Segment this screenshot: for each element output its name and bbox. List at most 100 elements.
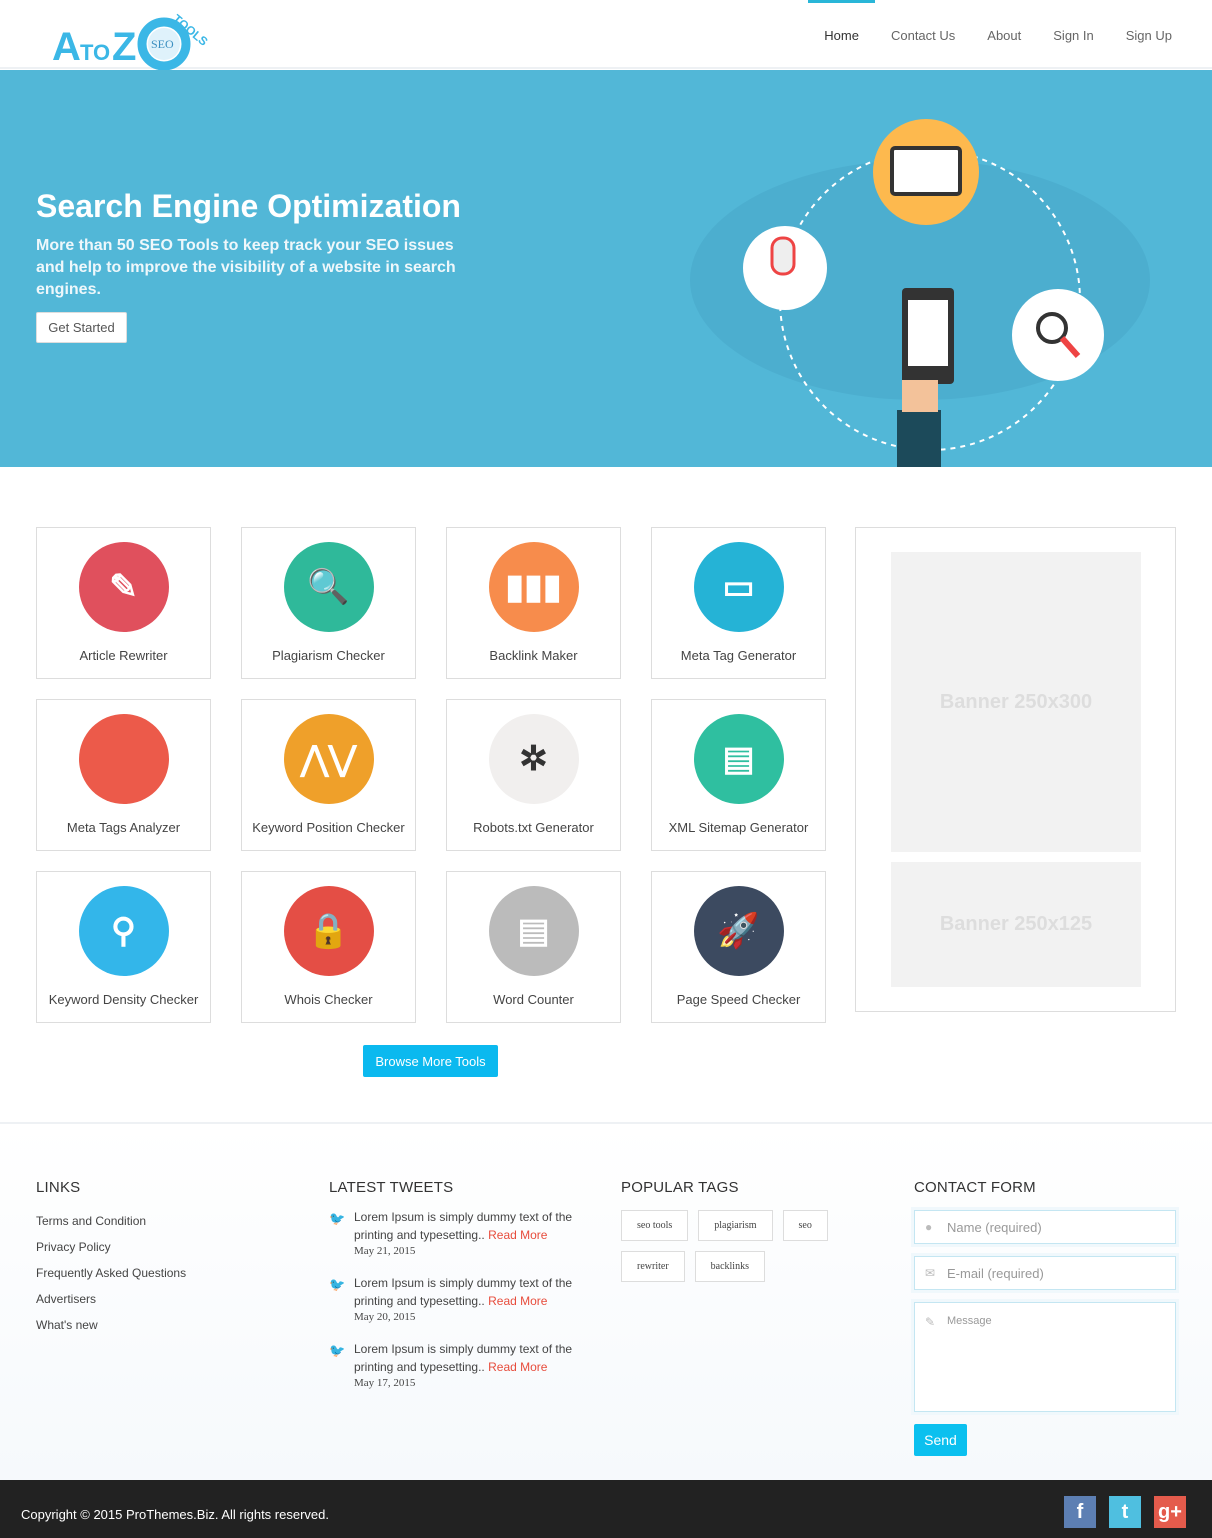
tweet-date: May 17, 2015 [354, 1377, 416, 1389]
tool-label: XML Sitemap Generator [668, 820, 809, 835]
tag[interactable]: backlinks [694, 1251, 765, 1282]
tool-card-whois-checker[interactable]: 🔒 Whois Checker [241, 871, 416, 1023]
tool-label: Meta Tags Analyzer [66, 820, 181, 835]
email-placeholder: E-mail (required) [947, 1265, 1044, 1281]
envelope-icon: ✉ [925, 1266, 936, 1280]
robots-txt-generator-icon: ✲ [488, 714, 579, 804]
tweet-date: May 20, 2015 [354, 1311, 416, 1323]
meta-tags-analyzer-icon [78, 714, 169, 804]
tool-card-plagiarism-checker[interactable]: 🔍 Plagiarism Checker [241, 527, 416, 679]
main-nav: Home Contact Us About Sign In Sign Up [808, 0, 1188, 69]
facebook-icon[interactable]: f [1064, 1496, 1096, 1528]
whois-checker-icon: 🔒 [283, 886, 374, 976]
tags-title: POPULAR TAGS [621, 1179, 739, 1196]
tool-label: Robots.txt Generator [473, 820, 594, 835]
tool-label: Whois Checker [284, 992, 373, 1007]
meta-tag-generator-icon: ▭ [693, 542, 784, 632]
nav-about[interactable]: About [971, 0, 1037, 69]
twitter-icon[interactable]: t [1109, 1496, 1141, 1528]
hero-subtitle: More than 50 SEO Tools to keep track you… [36, 237, 456, 298]
nav-sign-up[interactable]: Sign Up [1110, 0, 1188, 69]
tool-label: Meta Tag Generator [680, 648, 797, 663]
nav-sign-in[interactable]: Sign In [1037, 0, 1109, 69]
svg-text:SEO: SEO [151, 37, 174, 51]
user-icon: ● [925, 1220, 933, 1234]
tweet-item: 🐦 Lorem Ipsum is simply dummy text of the… [329, 1340, 591, 1390]
tweets-title: LATEST TWEETS [329, 1179, 454, 1196]
footer-link[interactable]: Terms and Condition [36, 1214, 298, 1228]
tool-card-keyword-position-checker[interactable]: ⋀⋁ Keyword Position Checker [241, 699, 416, 851]
tweet-item: 🐦 Lorem Ipsum is simply dummy text of the… [329, 1208, 591, 1258]
popular-tags: POPULAR TAGS seo tools plagiarism seo rewri… [621, 1179, 883, 1282]
tool-card-meta-tag-generator[interactable]: ▭ Meta Tag Generator [651, 527, 826, 679]
footer-link[interactable]: Privacy Policy [36, 1240, 298, 1254]
tag[interactable]: seo tools [621, 1210, 689, 1241]
twitter-bird-icon: 🐦 [329, 1277, 346, 1292]
pencil-icon: ✎ [925, 1315, 936, 1329]
tag[interactable]: seo [782, 1210, 828, 1241]
bottom-bar: Copyright © 2015 ProThemes.Biz. All righ… [0, 1480, 1212, 1538]
tool-label: Keyword Density Checker [48, 992, 199, 1007]
tool-card-page-speed-checker[interactable]: 🚀 Page Speed Checker [651, 871, 826, 1023]
footer-link[interactable]: What's new [36, 1318, 298, 1332]
google-plus-icon[interactable]: g+ [1154, 1496, 1186, 1528]
tool-label: Article Rewriter [79, 648, 168, 663]
hero-title: Search Engine Optimization [36, 188, 461, 224]
tag[interactable]: plagiarism [698, 1210, 773, 1241]
page-speed-checker-icon: 🚀 [693, 886, 784, 976]
header: A TO Z SEO TOOLS Home Contact Us About S… [0, 0, 1212, 71]
keyword-density-checker-icon: ⚲ [78, 886, 169, 976]
tool-card-robots-txt-generator[interactable]: ✲ Robots.txt Generator [446, 699, 621, 851]
xml-sitemap-generator-icon: ▤ [693, 714, 784, 804]
banner-250x300[interactable]: Banner 250x300 [891, 552, 1141, 852]
svg-text:TO: TO [80, 40, 110, 65]
links-title: LINKS [36, 1179, 81, 1196]
message-textarea[interactable]: ✎ Message [914, 1302, 1176, 1412]
contact-title: CONTACT FORM [914, 1179, 1036, 1196]
name-placeholder: Name (required) [947, 1219, 1042, 1235]
svg-text:Z: Z [112, 25, 136, 69]
browse-more-tools-button[interactable]: Browse More Tools [363, 1045, 498, 1077]
tools-grid: ✎ Article Rewriter 🔍 Plagiarism Checker ▮▮▮ B… [36, 527, 826, 1023]
tag[interactable]: rewriter [621, 1251, 685, 1282]
footer: LINKS Terms and Condition Privacy Policy… [0, 1122, 1212, 1480]
tool-card-xml-sitemap-generator[interactable]: ▤ XML Sitemap Generator [651, 699, 826, 851]
copyright: Copyright © 2015 ProThemes.Biz. All righ… [21, 1507, 329, 1522]
keyword-position-checker-icon: ⋀⋁ [283, 714, 374, 804]
footer-links: LINKS Terms and Condition Privacy Policy… [36, 1179, 298, 1344]
tweet-item: 🐦 Lorem Ipsum is simply dummy text of the… [329, 1274, 591, 1324]
seo-illustration [690, 119, 1150, 467]
word-counter-icon: ▤ [488, 886, 579, 976]
footer-link[interactable]: Frequently Asked Questions [36, 1266, 298, 1280]
footer-link[interactable]: Advertisers [36, 1292, 298, 1306]
contact-form: CONTACT FORM ● Name (required) ✉ E-mail (r… [914, 1179, 1176, 1456]
article-rewriter-icon: ✎ [78, 542, 169, 632]
tool-card-keyword-density-checker[interactable]: ⚲ Keyword Density Checker [36, 871, 211, 1023]
tool-label: Keyword Position Checker [252, 820, 405, 835]
banner-area: Banner 250x300 Banner 250x125 [855, 527, 1176, 1012]
email-input[interactable]: ✉ E-mail (required) [914, 1256, 1176, 1290]
tool-label: Page Speed Checker [676, 992, 801, 1007]
twitter-bird-icon: 🐦 [329, 1343, 346, 1358]
banner-250x125[interactable]: Banner 250x125 [891, 862, 1141, 987]
tool-card-backlink-maker[interactable]: ▮▮▮ Backlink Maker [446, 527, 621, 679]
get-started-button[interactable]: Get Started [36, 312, 127, 343]
tool-card-word-counter[interactable]: ▤ Word Counter [446, 871, 621, 1023]
send-button[interactable]: Send [914, 1424, 967, 1456]
tool-label: Word Counter [493, 992, 574, 1007]
read-more-link[interactable]: Read More [488, 1228, 547, 1242]
tool-card-article-rewriter[interactable]: ✎ Article Rewriter [36, 527, 211, 679]
backlink-maker-icon: ▮▮▮ [488, 542, 579, 632]
message-placeholder: Message [947, 1315, 992, 1327]
plagiarism-checker-icon: 🔍 [283, 542, 374, 632]
latest-tweets: LATEST TWEETS 🐦 Lorem Ipsum is simply dum… [329, 1179, 591, 1406]
read-more-link[interactable]: Read More [488, 1360, 547, 1374]
read-more-link[interactable]: Read More [488, 1294, 547, 1308]
tool-card-meta-tags-analyzer[interactable]: Meta Tags Analyzer [36, 699, 211, 851]
tool-label: Plagiarism Checker [272, 648, 385, 663]
tweet-date: May 21, 2015 [354, 1245, 416, 1257]
twitter-bird-icon: 🐦 [329, 1211, 346, 1226]
nav-home[interactable]: Home [808, 0, 875, 69]
nav-contact-us[interactable]: Contact Us [875, 0, 971, 69]
name-input[interactable]: ● Name (required) [914, 1210, 1176, 1244]
